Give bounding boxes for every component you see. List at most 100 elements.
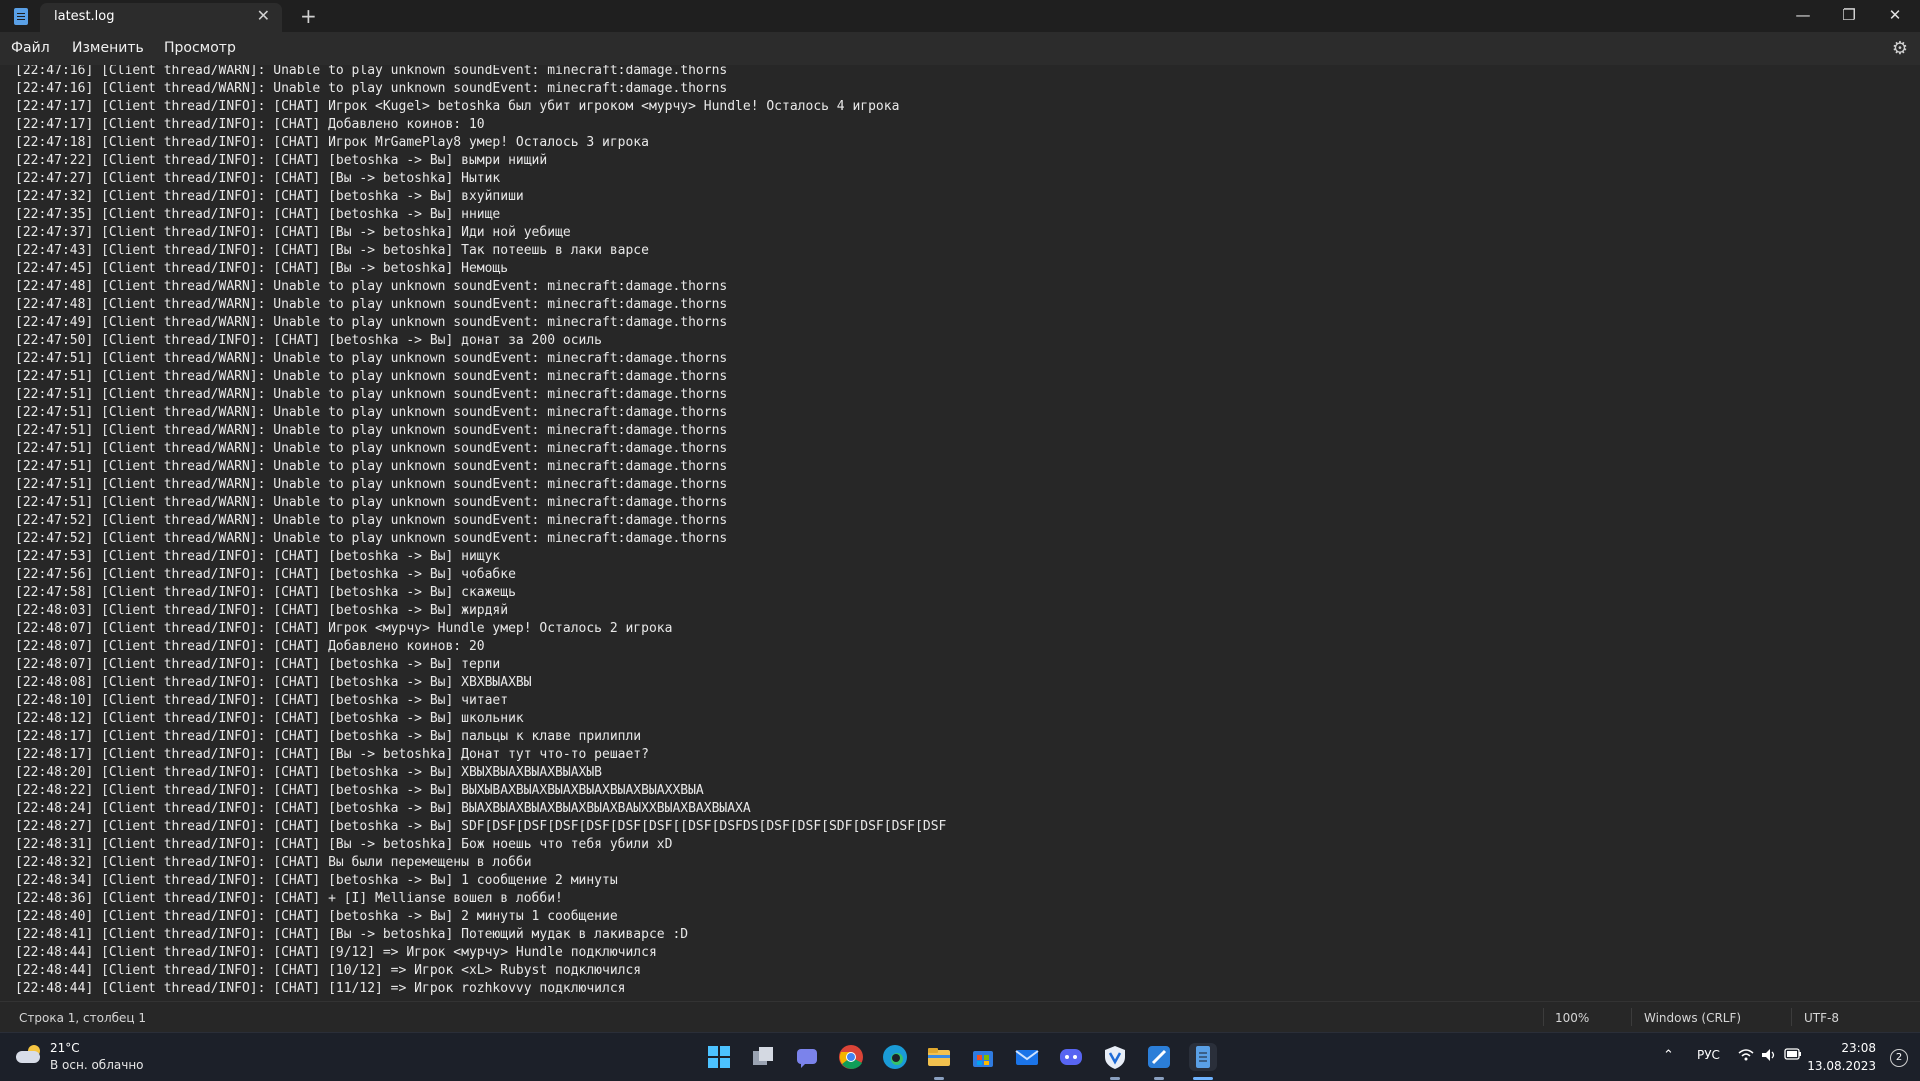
maximize-button[interactable]: ❐ [1826, 0, 1872, 32]
teams-chat-icon[interactable] [793, 1043, 821, 1071]
log-line: [22:48:44] [Client thread/INFO]: [CHAT] … [15, 981, 626, 996]
log-line: [22:48:34] [Client thread/INFO]: [CHAT] … [15, 873, 618, 888]
language-indicator[interactable]: РУС [1697, 1048, 1720, 1062]
log-line: [22:47:58] [Client thread/INFO]: [CHAT] … [15, 585, 516, 600]
log-line: [22:47:17] [Client thread/INFO]: [CHAT] … [15, 99, 900, 114]
status-divider [1543, 1008, 1544, 1026]
log-line: [22:47:35] [Client thread/INFO]: [CHAT] … [15, 207, 501, 222]
log-line: [22:48:44] [Client thread/INFO]: [CHAT] … [15, 945, 657, 960]
log-line: [22:47:50] [Client thread/INFO]: [CHAT] … [15, 333, 602, 348]
wifi-icon[interactable] [1738, 1048, 1754, 1065]
text-editor[interactable]: [22:47:16] [Client thread/WARN]: Unable … [0, 65, 1920, 1001]
log-line: [22:48:22] [Client thread/INFO]: [CHAT] … [15, 783, 704, 798]
chevron-up-icon[interactable]: ⌃ [1663, 1048, 1674, 1063]
log-line: [22:48:40] [Client thread/INFO]: [CHAT] … [15, 909, 618, 924]
status-bar: Строка 1, столбец 1 100% Windows (CRLF) … [0, 1001, 1920, 1032]
log-line: [22:47:27] [Client thread/INFO]: [CHAT] … [15, 171, 501, 186]
log-line: [22:47:17] [Client thread/INFO]: [CHAT] … [15, 117, 485, 132]
log-line: [22:47:48] [Client thread/WARN]: Unable … [15, 279, 728, 294]
minimize-button[interactable]: — [1780, 0, 1826, 32]
log-line: [22:48:20] [Client thread/INFO]: [CHAT] … [15, 765, 602, 780]
log-line: [22:48:41] [Client thread/INFO]: [CHAT] … [15, 927, 689, 942]
windows-start-icon[interactable] [705, 1043, 733, 1071]
log-line: [22:47:16] [Client thread/WARN]: Unable … [15, 65, 728, 78]
log-line: [22:48:17] [Client thread/INFO]: [CHAT] … [15, 747, 649, 762]
cursor-position: Строка 1, столбец 1 [19, 1011, 147, 1025]
log-line: [22:48:31] [Client thread/INFO]: [CHAT] … [15, 837, 673, 852]
log-line: [22:48:36] [Client thread/INFO]: [CHAT] … [15, 891, 563, 906]
encoding[interactable]: UTF-8 [1804, 1011, 1839, 1025]
log-line: [22:47:51] [Client thread/WARN]: Unable … [15, 423, 728, 438]
log-line: [22:47:32] [Client thread/INFO]: [CHAT] … [15, 189, 524, 204]
log-line: [22:47:51] [Client thread/WARN]: Unable … [15, 459, 728, 474]
log-line: [22:48:27] [Client thread/INFO]: [CHAT] … [15, 819, 947, 834]
discord-icon[interactable] [1057, 1043, 1085, 1071]
menu-edit[interactable]: Изменить [72, 40, 144, 56]
log-line: [22:48:24] [Client thread/INFO]: [CHAT] … [15, 801, 751, 816]
vpn-shield-icon[interactable] [1101, 1043, 1129, 1071]
log-line: [22:48:07] [Client thread/INFO]: [CHAT] … [15, 621, 673, 636]
log-line: [22:47:52] [Client thread/WARN]: Unable … [15, 513, 728, 528]
zoom-level[interactable]: 100% [1555, 1011, 1589, 1025]
clock-time[interactable]: 23:08 [1841, 1041, 1876, 1055]
close-window-button[interactable]: ✕ [1872, 0, 1918, 32]
tab-title: latest.log [54, 9, 115, 24]
log-line: [22:47:51] [Client thread/WARN]: Unable … [15, 477, 728, 492]
weather-cloud-icon[interactable] [16, 1045, 42, 1063]
notepad-icon[interactable] [1189, 1043, 1217, 1071]
microsoft-store-icon[interactable] [969, 1043, 997, 1071]
title-bar: latest.log ✕ + — ❐ ✕ [0, 0, 1920, 32]
status-divider [1791, 1008, 1792, 1026]
weather-temperature[interactable]: 21°C [50, 1041, 80, 1055]
weather-description[interactable]: В осн. облачно [50, 1058, 144, 1072]
log-line: [22:47:49] [Client thread/WARN]: Unable … [15, 315, 728, 330]
log-line: [22:48:03] [Client thread/INFO]: [CHAT] … [15, 603, 509, 618]
log-line: [22:47:51] [Client thread/WARN]: Unable … [15, 387, 728, 402]
task-view-icon[interactable] [749, 1043, 777, 1071]
volume-icon[interactable] [1761, 1048, 1777, 1065]
log-line: [22:48:17] [Client thread/INFO]: [CHAT] … [15, 729, 642, 744]
mail-icon[interactable] [1013, 1043, 1041, 1071]
log-line: [22:47:37] [Client thread/INFO]: [CHAT] … [15, 225, 571, 240]
clock-date[interactable]: 13.08.2023 [1807, 1059, 1876, 1073]
log-line: [22:47:48] [Client thread/WARN]: Unable … [15, 297, 728, 312]
log-line: [22:47:56] [Client thread/INFO]: [CHAT] … [15, 567, 516, 582]
log-line: [22:47:53] [Client thread/INFO]: [CHAT] … [15, 549, 501, 564]
log-line: [22:48:12] [Client thread/INFO]: [CHAT] … [15, 711, 524, 726]
tab-latest-log[interactable]: latest.log ✕ [40, 3, 282, 32]
log-line: [22:47:51] [Client thread/WARN]: Unable … [15, 441, 728, 456]
log-line: [22:48:10] [Client thread/INFO]: [CHAT] … [15, 693, 509, 708]
notepad-icon [14, 8, 28, 25]
log-line: [22:48:32] [Client thread/INFO]: [CHAT] … [15, 855, 532, 870]
log-line: [22:47:45] [Client thread/INFO]: [CHAT] … [15, 261, 509, 276]
log-line: [22:47:22] [Client thread/INFO]: [CHAT] … [15, 153, 548, 168]
log-line: [22:47:18] [Client thread/INFO]: [CHAT] … [15, 135, 649, 150]
log-line: [22:48:08] [Client thread/INFO]: [CHAT] … [15, 675, 532, 690]
line-ending[interactable]: Windows (CRLF) [1644, 1011, 1741, 1025]
log-line: [22:47:51] [Client thread/WARN]: Unable … [15, 369, 728, 384]
log-line: [22:48:07] [Client thread/INFO]: [CHAT] … [15, 639, 485, 654]
battery-icon[interactable] [1784, 1048, 1802, 1063]
file-explorer-icon[interactable] [925, 1043, 953, 1071]
new-tab-button[interactable]: + [300, 4, 317, 28]
log-line: [22:47:51] [Client thread/WARN]: Unable … [15, 495, 728, 510]
log-line: [22:48:44] [Client thread/INFO]: [CHAT] … [15, 963, 642, 978]
pen-app-icon[interactable] [1145, 1043, 1173, 1071]
log-line: [22:47:43] [Client thread/INFO]: [CHAT] … [15, 243, 649, 258]
menu-view[interactable]: Просмотр [164, 40, 236, 56]
menu-bar: Файл Изменить Просмотр ⚙ [0, 32, 1920, 65]
close-tab-button[interactable]: ✕ [257, 6, 270, 25]
menu-file[interactable]: Файл [11, 40, 50, 56]
taskbar: 21°C В осн. облачно ⌃ РУС 23:08 13.08.20… [0, 1032, 1920, 1081]
log-content: [22:47:16] [Client thread/WARN]: Unable … [15, 65, 946, 998]
chrome-icon[interactable] [837, 1043, 865, 1071]
log-line: [22:47:52] [Client thread/WARN]: Unable … [15, 531, 728, 546]
log-line: [22:47:51] [Client thread/WARN]: Unable … [15, 405, 728, 420]
log-line: [22:47:51] [Client thread/WARN]: Unable … [15, 351, 728, 366]
edge-icon[interactable] [881, 1043, 909, 1071]
gear-icon[interactable]: ⚙ [1892, 38, 1908, 59]
log-line: [22:47:16] [Client thread/WARN]: Unable … [15, 81, 728, 96]
status-divider [1631, 1008, 1632, 1026]
log-line: [22:48:07] [Client thread/INFO]: [CHAT] … [15, 657, 501, 672]
notification-badge[interactable]: 2 [1890, 1049, 1908, 1067]
